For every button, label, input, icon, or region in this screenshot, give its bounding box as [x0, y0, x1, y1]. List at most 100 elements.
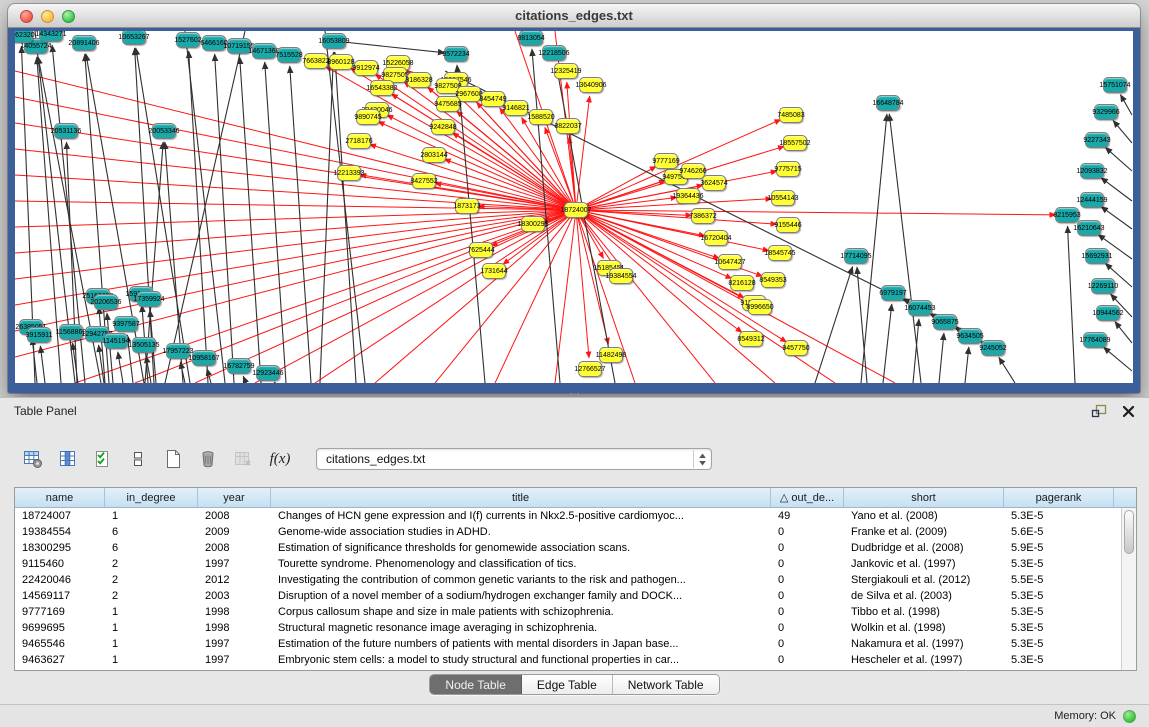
graph-node[interactable]: 6466160 — [202, 35, 226, 51]
graph-node[interactable]: 9227343 — [1085, 132, 1109, 148]
graph-node[interactable]: 8996650 — [748, 299, 772, 315]
graph-node[interactable]: 16782759 — [227, 358, 251, 374]
delete-table-icon[interactable] — [197, 448, 219, 470]
table-row[interactable]: 1830029562008Estimation of significance … — [15, 540, 1136, 556]
show-column-icon[interactable] — [57, 448, 79, 470]
graph-node[interactable]: 10719155 — [227, 38, 251, 54]
graph-node[interactable]: 9777169 — [654, 153, 678, 169]
graph-node[interactable]: 16543382 — [370, 80, 394, 96]
new-table-icon[interactable] — [162, 448, 184, 470]
graph-node[interactable]: 9634505 — [958, 328, 982, 344]
graph-node[interactable]: 16210643 — [1077, 220, 1101, 236]
table-row[interactable]: 977716911998Corpus callosum shape and si… — [15, 604, 1136, 620]
graph-node[interactable]: 16720404 — [704, 230, 728, 246]
graph-node[interactable]: 8813054 — [519, 31, 543, 46]
graph-node[interactable]: 1731644 — [482, 263, 506, 279]
column-header[interactable]: in_degree — [105, 488, 198, 507]
graph-node[interactable]: 8549353 — [761, 272, 785, 288]
graph-node[interactable]: 9912974 — [354, 60, 378, 76]
table-row[interactable]: 1872400712008Changes of HCN gene express… — [15, 508, 1136, 524]
float-panel-icon[interactable] — [1091, 404, 1107, 419]
graph-node[interactable]: 13505135 — [132, 337, 156, 353]
graph-node[interactable]: 1145194 — [104, 333, 128, 349]
graph-node[interactable]: 17764089 — [1083, 332, 1107, 348]
graph-node[interactable]: 12213393 — [337, 165, 361, 181]
close-panel-icon[interactable] — [1122, 405, 1135, 418]
graph-node[interactable]: 1873173 — [455, 198, 479, 214]
graph-node[interactable]: 20531136 — [54, 123, 78, 139]
graph-node[interactable]: 10653267 — [122, 31, 146, 45]
graph-node[interactable]: 9245052 — [981, 340, 1005, 356]
window-titlebar[interactable]: citations_edges.txt — [8, 4, 1140, 28]
tab-edge-table[interactable]: Edge Table — [522, 675, 613, 694]
column-header[interactable]: short — [844, 488, 1004, 507]
graph-node[interactable]: 12325419 — [554, 63, 578, 79]
column-header[interactable]: title — [271, 488, 771, 507]
function-builder-button[interactable]: f(x) — [269, 448, 291, 470]
graph-node[interactable]: 19384554 — [609, 268, 633, 284]
graph-node[interactable]: 17957223 — [166, 343, 190, 359]
graph-node[interactable]: 8427552 — [412, 173, 436, 189]
graph-node[interactable]: 10958167 — [192, 350, 216, 366]
graph-node[interactable]: 9775715 — [776, 161, 800, 177]
table-settings-icon[interactable] — [22, 448, 44, 470]
graph-node[interactable]: 10647427 — [718, 254, 742, 270]
graph-node[interactable]: 20891406 — [72, 35, 96, 51]
graph-node[interactable]: 8549312 — [739, 331, 763, 347]
graph-node[interactable]: 7386372 — [691, 208, 715, 224]
graph-node[interactable]: 1588520 — [529, 109, 553, 125]
graph-node[interactable]: 2718176 — [347, 133, 371, 149]
graph-node[interactable]: 9746266 — [681, 163, 705, 179]
close-window-button[interactable] — [20, 10, 33, 23]
dropdown-stepper-icon[interactable] — [693, 450, 710, 468]
graph-node[interactable]: 3915911 — [27, 327, 51, 343]
graph-node[interactable]: 16648784 — [876, 95, 900, 111]
tab-network-table[interactable]: Network Table — [613, 675, 719, 694]
graph-node[interactable]: 7663822 — [304, 53, 328, 69]
zoom-window-button[interactable] — [62, 10, 75, 23]
graph-node[interactable]: 12444159 — [1080, 192, 1104, 208]
graph-node[interactable]: 9155446 — [776, 217, 800, 233]
tab-node-table[interactable]: Node Table — [430, 675, 522, 694]
column-header[interactable]: △ out_de... — [771, 488, 844, 507]
graph-node[interactable]: 9475685 — [436, 96, 460, 112]
graph-node[interactable]: 12269110 — [1091, 278, 1115, 294]
table-row[interactable]: 946554611997Estimation of the future num… — [15, 636, 1136, 652]
graph-node[interactable]: 14343271 — [39, 31, 63, 42]
table-row[interactable]: 1456911722003Disruption of a novel membe… — [15, 588, 1136, 604]
graph-node[interactable]: 12923446 — [256, 365, 280, 381]
graph-node[interactable]: 8186328 — [407, 72, 431, 88]
graph-node[interactable]: 16053809 — [322, 33, 346, 49]
graph-node[interactable]: 1527602 — [176, 32, 200, 48]
graph-node[interactable]: 6979197 — [881, 285, 905, 301]
graph-node[interactable]: 18557502 — [783, 135, 807, 151]
graph-node[interactable]: 2803144 — [422, 147, 446, 163]
row-panel-icon[interactable] — [127, 448, 149, 470]
graph-node[interactable]: 7515528 — [277, 47, 301, 63]
graph-node[interactable]: 9890745 — [356, 109, 380, 125]
graph-node[interactable]: 20053346 — [152, 123, 176, 139]
graph-node[interactable]: 9242848 — [431, 119, 455, 135]
table-row[interactable]: 911546021997Tourette syndrome. Phenomeno… — [15, 556, 1136, 572]
network-canvas[interactable]: 1872400776638228960128991297415226058982… — [15, 31, 1133, 383]
graph-node[interactable]: 8822037 — [556, 118, 580, 134]
graph-node[interactable]: 14671368 — [252, 43, 276, 59]
table-row[interactable]: 946362711997Embryonic stem cells: a mode… — [15, 652, 1136, 668]
graph-node[interactable]: 7625444 — [469, 242, 493, 258]
import-table-icon[interactable] — [232, 448, 254, 470]
graph-node[interactable]: 7485083 — [779, 107, 803, 123]
table-select-dropdown[interactable]: citations_edges.txt — [316, 448, 712, 470]
table-row[interactable]: 969969511998Structural magnetic resonanc… — [15, 620, 1136, 636]
column-header[interactable]: pagerank — [1004, 488, 1114, 507]
graph-node[interactable]: 9397587 — [114, 316, 138, 332]
graph-node[interactable]: 8216128 — [730, 275, 754, 291]
graph-node[interactable]: 11482498 — [599, 347, 623, 363]
scrollbar-thumb[interactable] — [1124, 510, 1134, 554]
graph-node[interactable]: 3624574 — [702, 175, 726, 191]
graph-node[interactable]: 18545745 — [768, 245, 792, 261]
graph-node[interactable]: 10554143 — [771, 190, 795, 206]
graph-node[interactable]: 10944562 — [1096, 305, 1120, 321]
graph-node[interactable]: 9862320 — [15, 31, 33, 43]
graph-node[interactable]: 17714095 — [844, 248, 868, 264]
graph-node[interactable]: 11568869 — [59, 324, 83, 340]
